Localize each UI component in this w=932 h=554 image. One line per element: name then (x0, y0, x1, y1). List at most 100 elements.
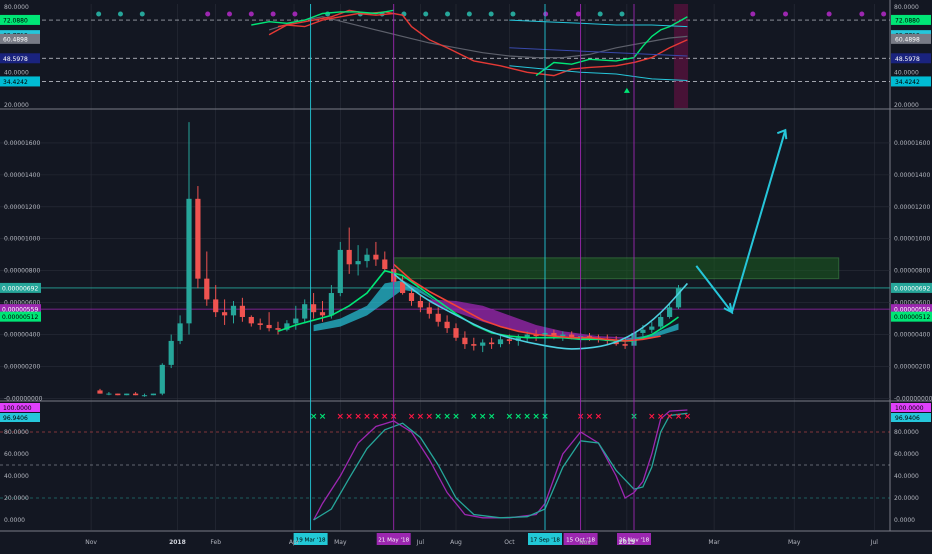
top-left-tick-0: 80.0000 (4, 4, 29, 11)
marker-date-label-1: 21 May '18 (378, 538, 409, 544)
chart-stage: 80.0000 80.0000 60.0000 60.0000 40.0000 40.00… (0, 0, 932, 550)
x-tick-3: Apr (289, 539, 300, 546)
top-dot-5 (248, 11, 254, 17)
signal-red-x-12: × (595, 412, 603, 422)
bottom-right-tick-4: 0.0000 (894, 517, 915, 524)
signal-green-x-10: × (523, 412, 531, 422)
main-left-tick-1: 0.00001400 (4, 172, 40, 179)
x-tick-12: Jul (870, 539, 879, 546)
top-right-level-text-0: 72.0880 (895, 17, 920, 24)
top-dot-15 (488, 11, 494, 17)
candle-body (426, 307, 432, 314)
x-tick-11: May (788, 539, 801, 546)
x-tick-7: Oct (504, 539, 515, 546)
signal-green-x-7: × (488, 412, 496, 422)
main-right-tick-3: 0.00001000 (894, 236, 930, 243)
top-left-tick-2: 40.0000 (4, 69, 29, 76)
candle-body (435, 313, 441, 322)
main-left-tick-2: 0.00001200 (4, 204, 40, 211)
candle-body (248, 316, 254, 324)
top-dot-3 (205, 11, 211, 17)
main-left-tick-7: 0.00000200 (4, 363, 40, 370)
top-dot-18 (575, 11, 581, 17)
signal-green-x-1: × (319, 412, 327, 422)
bottom-right-level-text-1: 96.9406 (895, 415, 920, 422)
candle-body (124, 393, 130, 396)
bottom-right-level-text-0: 100.0000 (895, 405, 924, 412)
bottom-left-level-text-0: 100.0000 (3, 405, 32, 412)
bottom-right-tick-1: 60.0000 (894, 451, 919, 458)
candle-body (168, 340, 174, 365)
price-chart[interactable]: 80.0000 80.0000 60.0000 60.0000 40.0000 40.00… (0, 0, 932, 550)
candle-body (497, 339, 504, 345)
x-tick-8: Nov (579, 539, 591, 546)
candle-body (489, 342, 495, 345)
signal-green-x-9: × (515, 412, 523, 422)
candle-body (346, 249, 352, 265)
x-tick-0: Nov (85, 539, 97, 546)
signal-red-x-14: × (657, 412, 665, 422)
candle-body (382, 259, 388, 270)
top-right-tick-0: 80.0000 (894, 4, 919, 11)
main-right-tick-2: 0.00001200 (894, 204, 930, 211)
candle-body (444, 321, 450, 329)
candle-body (293, 318, 299, 324)
candle-body (364, 254, 370, 262)
main-right-tick-1: 0.00001400 (894, 172, 930, 179)
main-left-tick-0: 0.00001600 (4, 140, 40, 147)
top-dot-12 (423, 11, 429, 17)
candle-body (266, 324, 272, 329)
candle-body (328, 293, 334, 316)
signal-green-x-6: × (479, 412, 487, 422)
bottom-left-level-text-1: 96.9406 (3, 415, 28, 422)
candle-body (177, 323, 183, 341)
signal-green-x-11: × (532, 412, 540, 422)
top-dot-20 (619, 11, 625, 17)
top-right-level-text-3: 48.5978 (895, 56, 920, 63)
signal-red-x-4: × (372, 412, 380, 422)
candle-body (667, 307, 673, 317)
signal-red-x-2: × (354, 412, 362, 422)
top-left-tick-3: 20.0000 (4, 102, 29, 109)
x-tick-2: Feb (210, 539, 221, 546)
x-tick-5: Jul (416, 539, 425, 546)
candle-body (417, 301, 423, 308)
top-dot-7 (292, 11, 298, 17)
top-dot-22 (783, 11, 789, 17)
main-right-tick-7: 0.00000200 (894, 363, 930, 370)
main-left-tick-4: 0.00000800 (4, 268, 40, 275)
candle-body (373, 254, 379, 260)
signal-red-x-1: × (345, 412, 353, 422)
candle-body (204, 278, 210, 300)
signal-green-x-8: × (506, 412, 514, 422)
candle-body (506, 339, 512, 341)
candle-body (106, 393, 112, 395)
top-dot-2 (139, 11, 145, 17)
signal-red-x-15: × (666, 412, 674, 422)
top-dot-24 (859, 11, 865, 17)
main-right-tick-6: 0.00000400 (894, 332, 930, 339)
signal-red-x-17: × (684, 412, 692, 422)
main-right-tick-8: -0.00000000 (894, 395, 932, 402)
top-left-level-text-4: 34.4242 (3, 79, 28, 86)
candle-body (186, 198, 192, 324)
signal-red-x-5: × (381, 412, 389, 422)
main-left-tick-6: 0.00000400 (4, 332, 40, 339)
candle-body (230, 305, 237, 316)
top-dot-25 (881, 11, 887, 17)
candle-body (195, 198, 201, 279)
signal-green-x-5: × (470, 412, 478, 422)
candle-body (355, 261, 361, 265)
top-right-tick-3: 20.0000 (894, 102, 919, 109)
bottom-left-tick-2: 40.0000 (4, 473, 29, 480)
candle-body (453, 328, 459, 338)
top-left-level-text-0: 72.0880 (3, 17, 28, 24)
signal-red-x-9: × (426, 412, 434, 422)
candle-body (213, 299, 219, 313)
x-tick-6: Aug (450, 539, 462, 546)
top-left-level-text-2: 60.4898 (3, 36, 28, 43)
signal-red-x-0: × (337, 412, 345, 422)
x-tick-9: 2019 (619, 539, 636, 546)
candle-body (115, 393, 121, 396)
top-dot-13 (445, 11, 451, 17)
